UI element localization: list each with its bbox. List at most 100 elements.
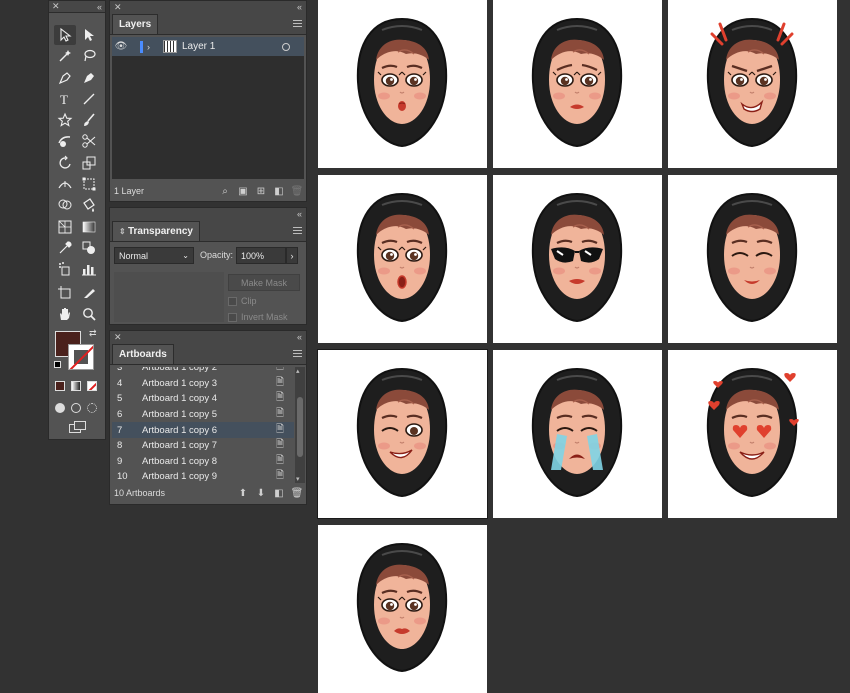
artboard-angry[interactable] [668,0,837,168]
free-transform-tool[interactable] [78,174,100,194]
artboard-row[interactable]: 7 Artboard 1 copy 6 🗎 [112,422,294,438]
artboard-tool[interactable] [54,283,76,303]
artboard-row[interactable]: 6 Artboard 1 copy 5 🗎 [112,407,294,423]
gradient-mode-icon[interactable] [71,381,81,391]
eyedropper-tool[interactable] [54,238,76,258]
artboard-name[interactable]: Artboard 1 copy 6 [142,425,276,436]
close-icon[interactable]: ✕ [52,1,60,12]
panel-menu-icon[interactable] [293,227,302,234]
symbol-sprayer-tool[interactable] [54,259,76,279]
close-icon[interactable]: ✕ [114,332,122,343]
artboard-name[interactable]: Artboard 1 copy 5 [142,409,276,420]
panel-menu-icon[interactable] [293,20,302,27]
collapse-icon[interactable]: « [297,2,302,12]
artboard-options-icon[interactable]: 🗎 [276,390,294,407]
perspective-grid-tool[interactable] [54,217,76,237]
direct-selection-tool[interactable] [78,25,100,45]
eye-icon[interactable]: 👁 [112,41,130,52]
tab-artboards[interactable]: Artboards [112,344,174,364]
slice-tool[interactable] [78,283,100,303]
artboard-name[interactable]: Artboard 1 copy 3 [142,378,276,389]
artboard-kiss[interactable] [318,0,487,168]
artboard-happy-blush[interactable] [668,175,837,343]
artboard-surprised[interactable] [318,175,487,343]
artboard-row[interactable]: 4 Artboard 1 copy 3 🗎 [112,376,294,392]
star-tool[interactable] [54,110,76,130]
scale-tool[interactable] [78,153,100,173]
line-tool[interactable] [78,89,100,109]
default-colors-icon[interactable] [54,361,61,368]
new-layer-icon[interactable]: ◧ [274,186,284,197]
draw-normal-icon[interactable] [55,403,65,413]
artboard-crying[interactable] [493,350,662,518]
clip-checkbox[interactable]: Clip [228,296,257,306]
invert-mask-checkbox[interactable]: Invert Mask [228,312,288,322]
artboard-row[interactable]: 5 Artboard 1 copy 4 🗎 [112,391,294,407]
make-mask-button[interactable]: Make Mask [228,274,300,291]
move-down-icon[interactable]: ⬇ [256,488,266,499]
pen-tool[interactable] [54,68,76,88]
artboard-options-icon[interactable]: 🗎 [276,437,294,454]
color-mode-icon[interactable] [55,381,65,391]
artboard-worried[interactable] [493,0,662,168]
blend-tool[interactable] [78,238,100,258]
column-graph-tool[interactable] [78,259,100,279]
artboard-heart-eyes[interactable] [668,350,837,518]
trash-icon[interactable]: 🗑 [291,186,304,197]
tools-panel-header[interactable]: ✕ « [49,1,105,13]
artboard-name[interactable]: Artboard 1 copy 4 [142,393,276,404]
artboard-options-icon[interactable]: 🗎 [276,468,294,483]
tab-transparency[interactable]: ⇕ Transparency [112,221,200,241]
collapse-icon[interactable]: « [297,332,302,342]
layer-name[interactable]: Layer 1 [182,41,282,52]
swap-fill-stroke-icon[interactable]: ⇄ [89,328,97,339]
hand-tool[interactable] [54,304,76,324]
live-paint-tool[interactable] [78,195,100,215]
new-sublayer-icon[interactable]: ⊞ [256,186,266,197]
artboard-options-icon[interactable]: 🗎 [276,406,294,423]
artboard-options-icon[interactable]: 🗎 [276,422,294,439]
artboard-options-icon[interactable]: 🗎 [276,453,294,470]
artboards-scrollbar[interactable]: ▴ ▾ [295,367,305,483]
close-icon[interactable]: ✕ [114,2,122,13]
artboard-cool-sunglasses[interactable] [493,175,662,343]
artboard-row[interactable]: 10 Artboard 1 copy 9 🗎 [112,469,294,483]
rotate-tool[interactable] [54,153,76,173]
collapse-icon[interactable]: « [297,209,302,219]
tab-layers[interactable]: Layers [112,14,159,34]
selection-tool[interactable] [54,25,76,45]
chevron-right-icon[interactable]: › [147,42,163,52]
zoom-tool[interactable] [78,304,100,324]
trash-icon[interactable]: 🗑 [291,488,304,499]
artboard-row[interactable]: 3Artboard 1 copy 2🗎 [112,367,294,376]
artboard-row[interactable]: 8 Artboard 1 copy 7 🗎 [112,438,294,454]
paintbrush-tool[interactable] [78,110,100,130]
scroll-down-icon[interactable]: ▾ [296,475,300,483]
move-up-icon[interactable]: ⬆ [238,488,248,499]
artboard-name[interactable]: Artboard 1 copy 2 [142,367,276,373]
target-circle-icon[interactable] [282,42,290,51]
artboard-name[interactable]: Artboard 1 copy 9 [142,471,276,482]
type-tool[interactable]: T [54,89,76,109]
artboard-lips-pout[interactable] [318,525,487,693]
locate-object-icon[interactable]: ⌕ [220,186,230,197]
screen-mode-icon[interactable] [69,421,87,433]
shape-builder-tool[interactable] [54,195,76,215]
scroll-thumb[interactable] [297,397,303,457]
draw-behind-icon[interactable] [71,403,81,413]
collapse-icon[interactable]: « [97,2,102,12]
artboard-name[interactable]: Artboard 1 copy 7 [142,440,276,451]
panel-menu-icon[interactable] [293,350,302,357]
artboard-wink[interactable] [317,349,488,519]
scissors-tool[interactable] [78,131,100,151]
artboard-row[interactable]: 9 Artboard 1 copy 8 🗎 [112,454,294,470]
none-mode-icon[interactable] [87,381,97,391]
draw-inside-icon[interactable] [87,403,97,413]
stroke-swatch[interactable] [68,344,94,370]
opacity-input[interactable]: 100% [236,247,286,264]
artboard-options-icon[interactable]: 🗎 [276,375,294,392]
magic-wand-tool[interactable] [54,46,76,66]
scroll-up-icon[interactable]: ▴ [296,367,300,375]
layer-row[interactable]: 👁 › Layer 1 [112,37,304,56]
curvature-tool[interactable] [78,68,100,88]
